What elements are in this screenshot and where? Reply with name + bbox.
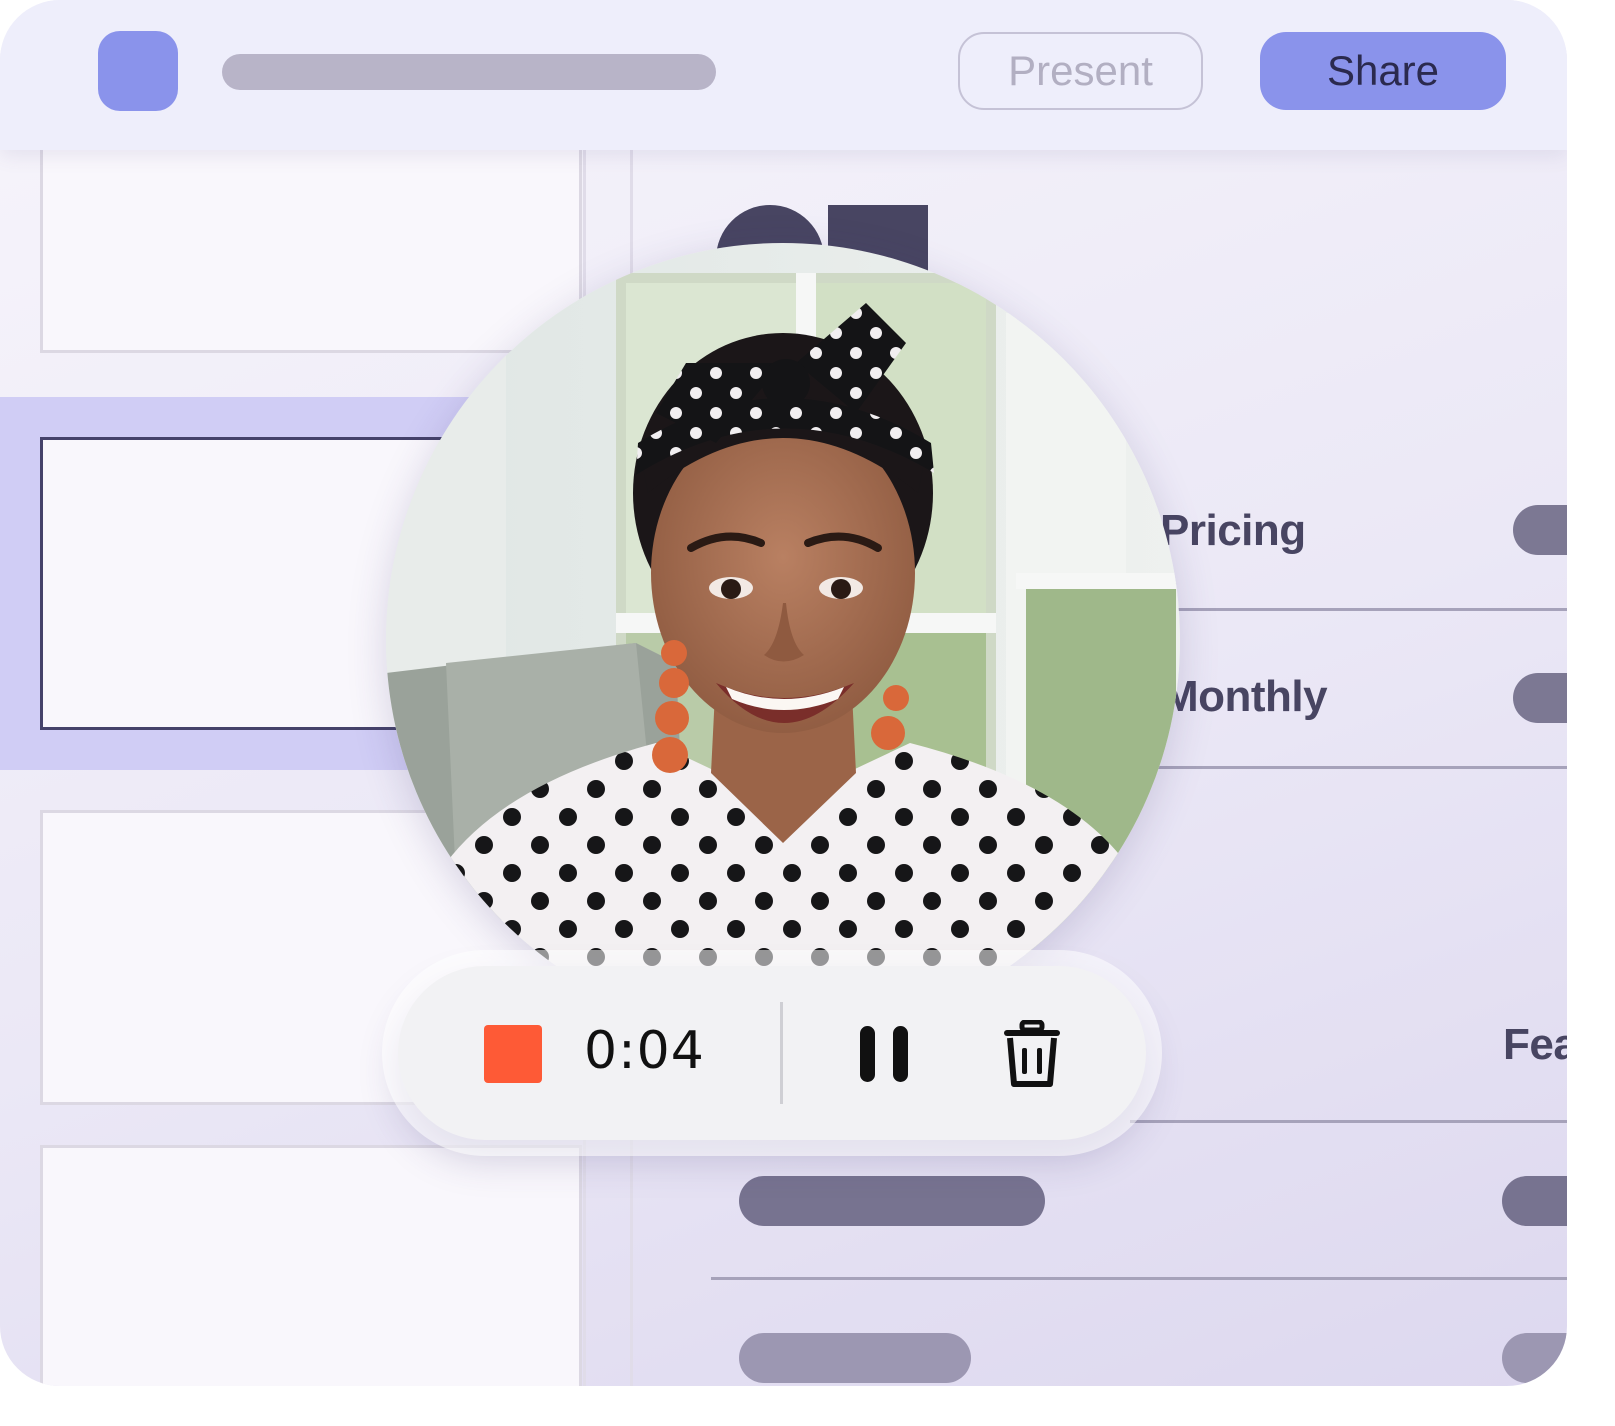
content-placeholder-bar [1502, 1333, 1567, 1383]
row-divider [1150, 608, 1567, 611]
content-placeholder-bar [739, 1333, 971, 1383]
toggle-pricing[interactable] [1513, 505, 1567, 555]
stop-icon[interactable] [484, 1025, 542, 1083]
slide-thumbnail-4[interactable] [40, 1145, 582, 1386]
document-title-placeholder[interactable] [222, 54, 716, 90]
app-logo[interactable] [98, 31, 178, 111]
slide-thumbnail-1[interactable] [40, 130, 582, 353]
share-button[interactable]: Share [1260, 32, 1506, 110]
trash-icon[interactable] [1002, 1019, 1062, 1088]
content-placeholder-bar [739, 1176, 1045, 1226]
present-button[interactable]: Present [958, 32, 1203, 110]
row-label-monthly: Monthly [1162, 672, 1328, 721]
content-placeholder-bar [1502, 1176, 1567, 1226]
controls-divider [780, 1002, 783, 1104]
webcam-video-feed [386, 243, 1180, 1037]
row-divider [1150, 766, 1567, 769]
row-label-features: Fea [1503, 1020, 1567, 1069]
pause-icon[interactable] [860, 1026, 910, 1082]
row-divider [1130, 1120, 1567, 1123]
top-bar: Present Share [0, 0, 1567, 150]
row-label-pricing: Pricing [1160, 506, 1306, 555]
recording-controls: 0:04 [398, 966, 1146, 1140]
row-divider [711, 1277, 1567, 1280]
recording-timer: 0:04 [584, 1021, 705, 1081]
webcam-bubble[interactable] [386, 243, 1180, 1037]
toggle-monthly[interactable] [1513, 673, 1567, 723]
